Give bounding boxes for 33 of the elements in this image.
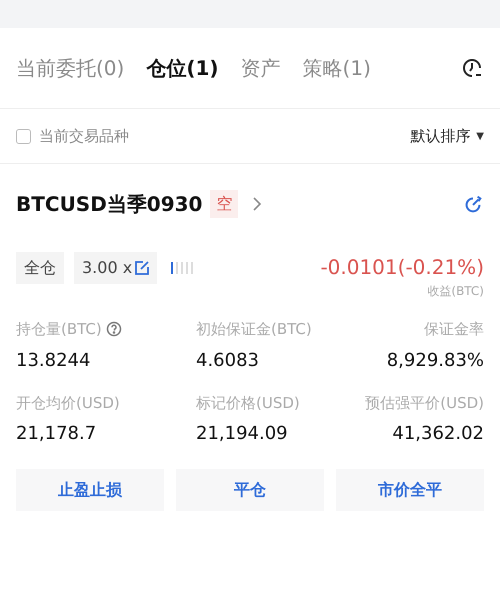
action-button[interactable]: 市价全平 bbox=[336, 469, 484, 511]
help-icon[interactable] bbox=[106, 321, 122, 338]
stat-value: 13.8244 bbox=[16, 348, 90, 372]
stat-value: 41,362.02 bbox=[392, 422, 484, 446]
checkbox[interactable] bbox=[16, 128, 31, 144]
stat-label: 标记价格(USD) bbox=[196, 392, 300, 414]
caret-icon: ▼ bbox=[476, 128, 484, 144]
action-button[interactable]: 平仓 bbox=[176, 469, 324, 511]
leverage-button[interactable]: 3.00 x bbox=[74, 252, 158, 284]
action-button[interactable]: 止盈止损 bbox=[16, 469, 164, 511]
filter-label: 当前交易品种 bbox=[39, 126, 129, 147]
pnl-value: -0.0101(-0.21%) bbox=[320, 254, 484, 281]
tab[interactable]: 策略(1) bbox=[302, 53, 371, 83]
tab[interactable]: 仓位(1) bbox=[146, 53, 219, 83]
stat-value: 21,194.09 bbox=[196, 422, 288, 446]
side-tag: 空 bbox=[210, 190, 238, 218]
stat-value: 4.6083 bbox=[196, 348, 259, 372]
pnl-label: 收益(BTC) bbox=[427, 283, 484, 300]
stat-label: 持仓量(BTC) bbox=[16, 319, 102, 340]
stat-label: 预估强平价(USD) bbox=[365, 392, 484, 414]
stat-label: 保证金率 bbox=[424, 319, 484, 340]
stat-label: 初始保证金(BTC) bbox=[196, 319, 312, 340]
stat-label: 开仓均价(USD) bbox=[16, 392, 120, 414]
clock-icon[interactable] bbox=[460, 56, 484, 80]
chevron-right-icon[interactable] bbox=[252, 196, 262, 212]
sort-dropdown[interactable]: 默认排序 bbox=[410, 124, 470, 148]
margin-mode-tag[interactable]: 全仓 bbox=[16, 252, 64, 284]
tab[interactable]: 当前委托(0) bbox=[16, 53, 124, 83]
contract-symbol[interactable]: BTCUSD当季0930 bbox=[16, 189, 202, 219]
stat-value: 8,929.83% bbox=[386, 348, 484, 372]
tab[interactable]: 资产 bbox=[240, 53, 281, 83]
edit-icon bbox=[135, 261, 150, 275]
stat-value: 21,178.7 bbox=[16, 422, 96, 446]
